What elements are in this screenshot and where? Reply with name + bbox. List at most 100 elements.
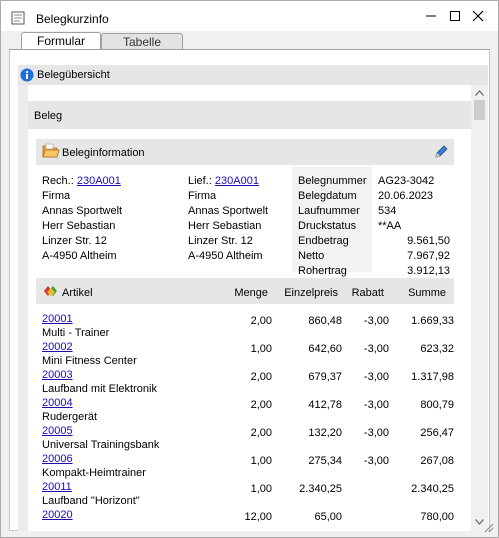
resize-grip-icon[interactable] [482, 521, 494, 533]
artikel-nr-link[interactable]: 20020 [42, 509, 73, 521]
minimize-icon[interactable] [423, 8, 439, 24]
artikel-einzelpreis: 642,60 [308, 343, 342, 355]
field-value: AG23-3042 [378, 175, 435, 187]
artikel-einzelpreis: 860,48 [308, 315, 342, 327]
field-label: Belegdatum [298, 190, 357, 202]
app-icon [11, 11, 25, 25]
table-row: 20020 12,00 65,00 780,00 [42, 509, 454, 531]
field-value: 9.561,50 [407, 235, 450, 247]
artikel-summe: 2.340,25 [411, 483, 454, 495]
beleginfo-header: Beleginformation [36, 139, 454, 165]
col-header-einzelpreis: Einzelpreis [284, 287, 338, 299]
artikel-menge: 2,00 [250, 371, 272, 383]
table-row: 20003 Laufband mit Elektronik 2,00 679,3… [42, 369, 454, 397]
title-bar: Belegkurzinfo [1, 1, 498, 31]
field-value: **AA [378, 220, 402, 232]
rech-address-line: Linzer Str. 12 [42, 235, 107, 247]
field-value: 534 [378, 205, 397, 217]
overview-header: Belegübersicht [18, 65, 488, 85]
field-value: 20.06.2023 [378, 190, 434, 202]
overview-scroll-area[interactable]: Beleg Beleginformation Rech.: 230A001 Fi… [18, 85, 488, 531]
artikel-rabatt: -3,00 [363, 315, 389, 327]
col-header-summe: Summe [408, 287, 446, 299]
col-header-menge: Menge [234, 287, 268, 299]
artikel-summe: 1.669,33 [411, 315, 454, 327]
lief-address-line: Firma [188, 190, 217, 202]
field-value: 7.967,92 [407, 250, 450, 262]
artikel-desc: Universal Trainingsbank [42, 439, 160, 451]
formular-panel: Belegübersicht Beleg Beleginformation Re… [9, 50, 490, 531]
window-title: Belegkurzinfo [36, 12, 109, 26]
scrollbar-thumb[interactable] [474, 100, 485, 120]
artikel-desc: Multi - Trainer [42, 327, 110, 339]
artikel-desc: Rudergerät [42, 411, 98, 423]
lief-address-line: Herr Sebastian [188, 220, 262, 232]
artikel-summe: 800,79 [420, 399, 454, 411]
pencil-icon[interactable] [433, 144, 449, 160]
artikel-rabatt: -3,00 [363, 455, 389, 467]
beleg-card: Beleg Beleginformation Rech.: 230A001 Fi… [28, 85, 471, 531]
field-label: Laufnummer [298, 205, 360, 217]
field-label: Belegnummer [298, 175, 367, 187]
rech-address-line: A-4950 Altheim [42, 250, 117, 262]
lief-label: Lief.: [188, 175, 212, 187]
beleg-field-values: AG23-3042 20.06.2023 534 **AA 9.561,50 7… [378, 174, 450, 279]
rech-line: Rech.: 230A001 [42, 174, 122, 189]
artikel-einzelpreis: 679,37 [308, 371, 342, 383]
info-icon [20, 68, 34, 82]
artikel-menge: 2,00 [250, 427, 272, 439]
artikel-menge: 12,00 [244, 511, 272, 523]
artikel-summe: 256,47 [420, 427, 454, 439]
lief-link[interactable]: 230A001 [215, 175, 259, 187]
beleginfo-title: Beleginformation [62, 147, 145, 159]
table-row: 20002 Mini Fitness Center 1,00 642,60 -3… [42, 341, 454, 369]
artikel-nr-link[interactable]: 20006 [42, 453, 73, 465]
artikel-nr-link[interactable]: 20011 [42, 481, 72, 493]
artikel-menge: 1,00 [250, 343, 272, 355]
artikel-desc: Mini Fitness Center [42, 355, 137, 367]
col-header-rabatt: Rabatt [351, 287, 384, 299]
artikel-rabatt: -3,00 [363, 343, 389, 355]
artikel-summe: 267,08 [420, 455, 454, 467]
tab-tabelle[interactable]: Tabelle [101, 33, 183, 50]
rech-address-line: Firma [42, 190, 71, 202]
artikel-rabatt: -3,00 [363, 399, 389, 411]
lief-line: Lief.: 230A001 [188, 174, 268, 189]
artikel-desc: Laufband "Horizont" [42, 495, 140, 507]
rechnungsadresse: Rech.: 230A001 Firma Annas Sportwelt Her… [42, 174, 122, 264]
table-row: 20011 Laufband "Horizont" 1,00 2.340,25 … [42, 481, 454, 509]
artikel-desc: Kompakt-Heimtrainer [42, 467, 146, 479]
artikel-einzelpreis: 412,78 [308, 399, 342, 411]
table-row: 20001 Multi - Trainer 2,00 860,48 -3,00 … [42, 313, 454, 341]
table-row: 20006 Kompakt-Heimtrainer 1,00 275,34 -3… [42, 453, 454, 481]
field-label: Rohertrag [298, 265, 347, 277]
artikel-nr-link[interactable]: 20002 [42, 341, 73, 353]
lief-address-line: Annas Sportwelt [188, 205, 269, 217]
artikel-nr-link[interactable]: 20005 [42, 425, 73, 437]
table-row: 20004 Rudergerät 2,00 412,78 -3,00 800,7… [42, 397, 454, 425]
artikel-menge: 1,00 [250, 483, 272, 495]
tab-strip: Tabelle Formular [1, 31, 498, 51]
artikel-nr-link[interactable]: 20004 [42, 397, 73, 409]
beleg-title: Beleg [34, 110, 63, 122]
field-label: Endbetrag [298, 235, 349, 247]
maximize-icon[interactable] [447, 8, 463, 24]
lief-address-line: A-4950 Altheim [188, 250, 263, 262]
scroll-up-icon[interactable] [475, 90, 484, 96]
artikel-rabatt: -3,00 [363, 427, 389, 439]
close-icon[interactable] [470, 8, 486, 24]
artikel-icon [44, 286, 57, 297]
field-value: 3.912,13 [407, 265, 450, 277]
artikel-einzelpreis: 2.340,25 [299, 483, 342, 495]
artikel-summe: 780,00 [420, 511, 454, 523]
table-row: 20005 Universal Trainingsbank 2,00 132,2… [42, 425, 454, 453]
rech-label: Rech.: [42, 175, 74, 187]
rech-link[interactable]: 230A001 [77, 175, 121, 187]
col-header-artikel: Artikel [62, 287, 93, 299]
vertical-scrollbar[interactable] [471, 85, 488, 531]
artikel-nr-link[interactable]: 20001 [42, 313, 73, 325]
overview-title: Belegübersicht [37, 69, 110, 81]
field-label: Druckstatus [298, 220, 357, 232]
artikel-nr-link[interactable]: 20003 [42, 369, 73, 381]
artikel-einzelpreis: 132,20 [308, 427, 342, 439]
